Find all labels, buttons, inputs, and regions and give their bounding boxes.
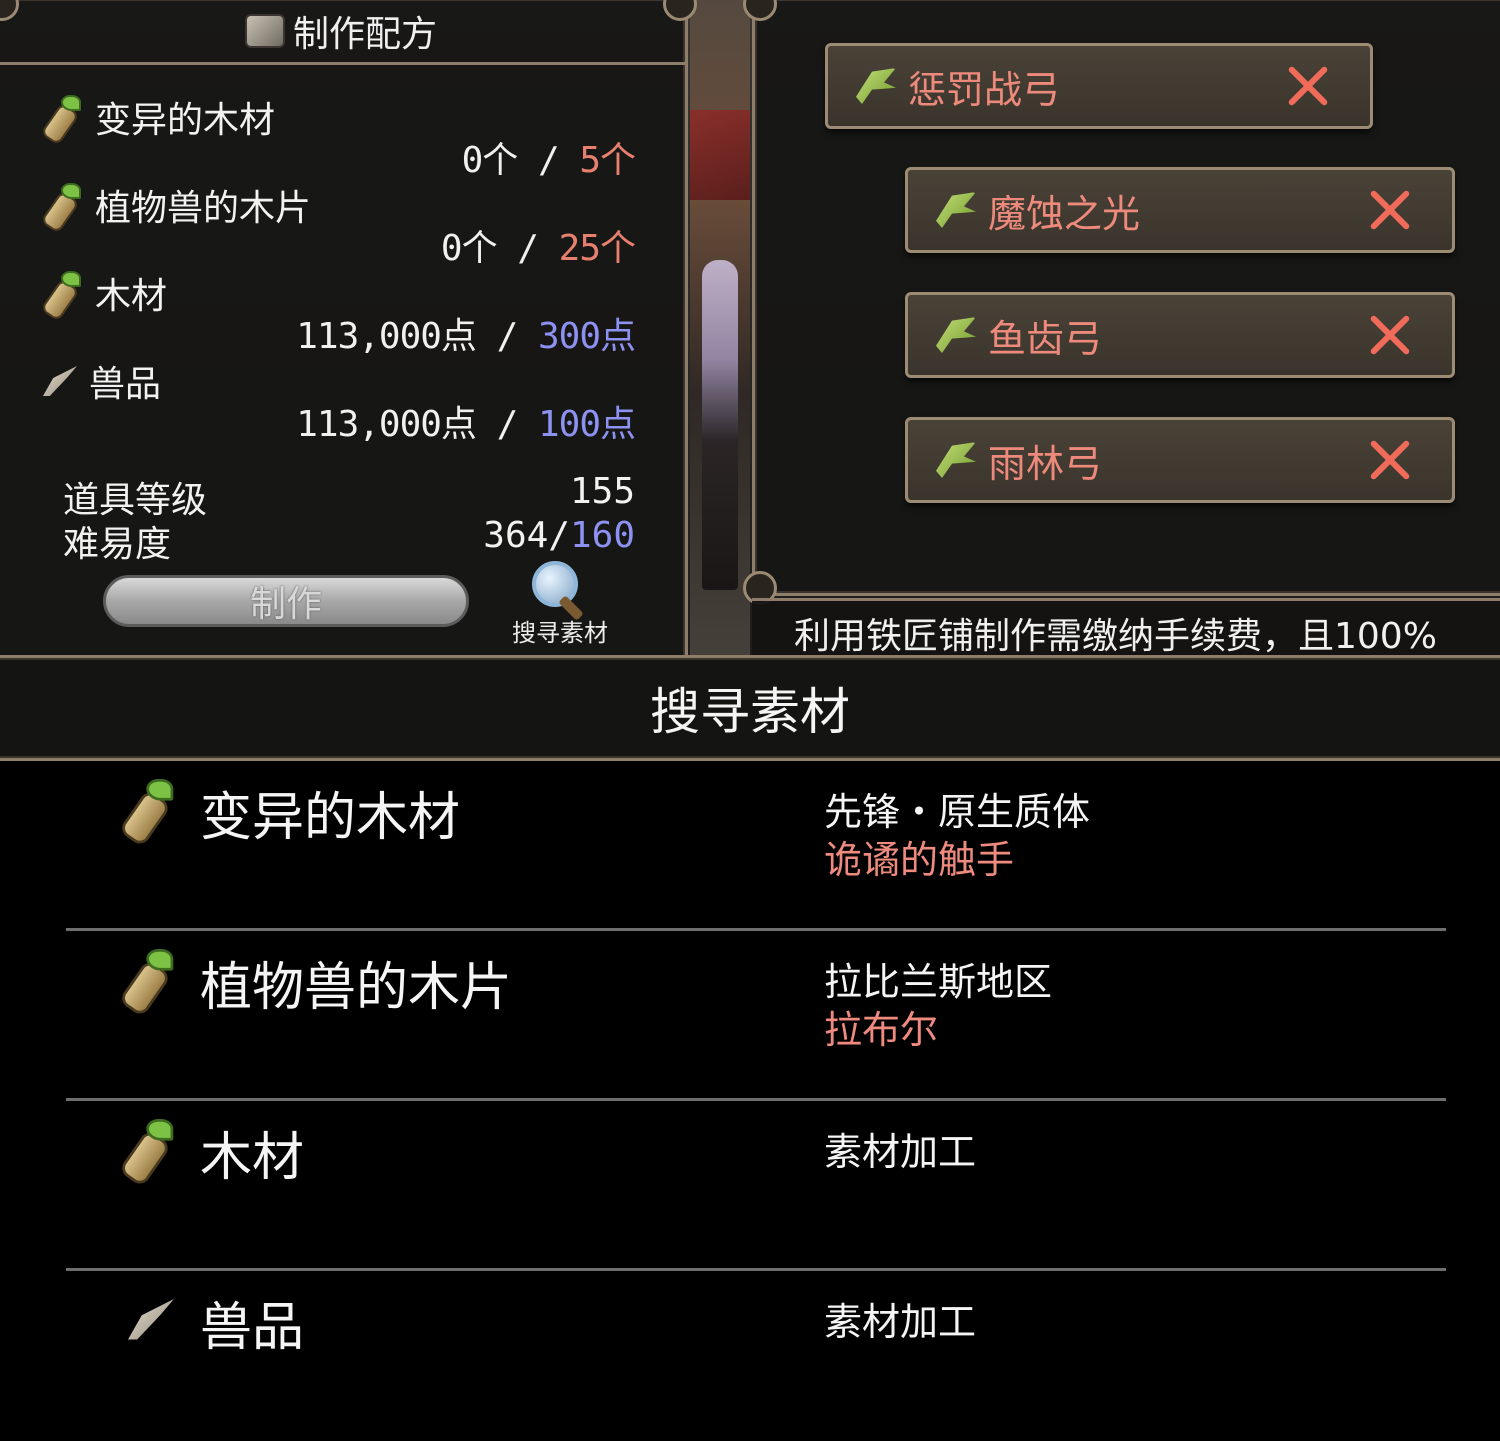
player-character: [702, 260, 738, 590]
material-row[interactable]: 变异的木材: [43, 91, 275, 143]
wood-icon: [43, 183, 83, 227]
search-row-source: 素材加工: [824, 1130, 977, 1174]
recipe-title: 制作配方: [292, 13, 437, 55]
wood-icon: [122, 949, 176, 1008]
separator: /: [496, 228, 559, 269]
search-row[interactable]: 变异的木材 先锋・原生质体 诡谲的触手: [66, 761, 1446, 931]
fang-icon: [43, 366, 77, 396]
product-list-panel: 惩罚战弓 魔蚀之光 鱼齿弓 雨林弓: [743, 0, 1500, 605]
material-name: 木材: [95, 276, 168, 317]
difficulty-value: 364/160: [483, 515, 635, 556]
close-icon[interactable]: [1368, 188, 1412, 232]
recipe-book-icon: [244, 13, 285, 48]
need-amount: 100点: [537, 404, 636, 445]
product-item[interactable]: 魔蚀之光: [905, 167, 1455, 253]
material-count: 113,000点 / 100点: [296, 395, 636, 447]
material-count: 113,000点 / 300点: [296, 307, 636, 359]
wood-icon: [43, 95, 83, 139]
product-name: 魔蚀之光: [988, 191, 1141, 236]
search-row-name: 木材: [200, 1128, 305, 1188]
search-row-name: 兽品: [200, 1298, 305, 1358]
search-row[interactable]: 木材 素材加工: [66, 1101, 1446, 1271]
need-amount: 25个: [558, 228, 636, 269]
product-item[interactable]: 惩罚战弓: [825, 43, 1373, 129]
close-icon[interactable]: [1368, 313, 1412, 357]
game-scene-background: [690, 0, 750, 655]
recipe-panel: 制作配方 变异的木材 0个 / 5个 植物兽的木片 0个 / 25个 木材 11…: [0, 0, 697, 655]
product-item[interactable]: 鱼齿弓: [905, 292, 1455, 378]
craft-button[interactable]: 制作: [103, 575, 469, 627]
magnifier-icon: [528, 559, 592, 619]
product-item[interactable]: 雨林弓: [905, 417, 1455, 503]
material-row[interactable]: 兽品: [43, 355, 161, 407]
search-row[interactable]: 植物兽的木片 拉比兰斯地区 拉布尔: [66, 931, 1446, 1101]
have-amount: 0个: [440, 228, 498, 269]
difficulty-current: 364/: [483, 515, 570, 556]
close-icon[interactable]: [1368, 438, 1412, 482]
search-panel-header: 搜寻素材: [0, 655, 1500, 761]
close-icon[interactable]: [1286, 64, 1330, 108]
search-row-source: 拉比兰斯地区: [824, 960, 1053, 1004]
bow-icon: [936, 192, 976, 228]
bow-icon: [936, 442, 976, 478]
separator: /: [475, 316, 538, 357]
search-row[interactable]: 兽品 素材加工: [66, 1271, 1446, 1441]
have-amount: 113,000点: [296, 404, 477, 445]
material-row[interactable]: 木材: [43, 267, 167, 319]
recipe-header: 制作配方: [0, 0, 685, 65]
difficulty-label: 难易度: [63, 524, 172, 565]
search-row-name: 植物兽的木片: [200, 958, 513, 1018]
have-amount: 113,000点: [296, 316, 477, 357]
separator: /: [475, 404, 538, 445]
house-roof: [690, 110, 750, 200]
craft-button-label: 制作: [249, 584, 322, 625]
product-name: 雨林弓: [988, 441, 1103, 486]
search-row-source: 先锋・原生质体: [824, 790, 1091, 834]
wood-icon: [122, 779, 176, 838]
search-row-name: 变异的木材: [200, 788, 461, 848]
search-materials-button[interactable]: 搜寻素材: [495, 559, 625, 651]
material-name: 兽品: [89, 364, 162, 405]
search-row-source-detail: 拉布尔: [824, 1008, 939, 1052]
difficulty-required: 160: [569, 515, 635, 556]
fang-icon: [128, 1299, 174, 1340]
material-name: 变异的木材: [95, 100, 276, 141]
separator: /: [517, 140, 580, 181]
material-count: 0个 / 25个: [440, 219, 636, 271]
bow-icon: [936, 317, 976, 353]
need-amount: 5个: [579, 140, 636, 181]
material-count: 0个 / 5个: [461, 131, 636, 183]
search-row-source-detail: 诡谲的触手: [824, 838, 1015, 882]
need-amount: 300点: [537, 316, 636, 357]
fee-notice: 利用铁匠铺制作需缴纳手续费，且100%: [752, 598, 1500, 655]
crafting-screen: 制作配方 变异的木材 0个 / 5个 植物兽的木片 0个 / 25个 木材 11…: [0, 0, 1500, 655]
wood-icon: [122, 1119, 176, 1178]
search-row-source: 素材加工: [824, 1300, 977, 1344]
search-materials-panel: 搜寻素材 变异的木材 先锋・原生质体 诡谲的触手 植物兽的木片 拉比兰斯地区 拉…: [0, 655, 1500, 1441]
product-name: 鱼齿弓: [988, 316, 1103, 361]
wood-icon: [43, 271, 83, 315]
search-panel-title: 搜寻素材: [650, 683, 850, 741]
bow-icon: [856, 68, 896, 104]
have-amount: 0个: [461, 140, 519, 181]
product-name: 惩罚战弓: [908, 67, 1061, 112]
material-name: 植物兽的木片: [95, 188, 312, 229]
item-level-value: 155: [569, 471, 635, 512]
material-row[interactable]: 植物兽的木片: [43, 179, 311, 231]
